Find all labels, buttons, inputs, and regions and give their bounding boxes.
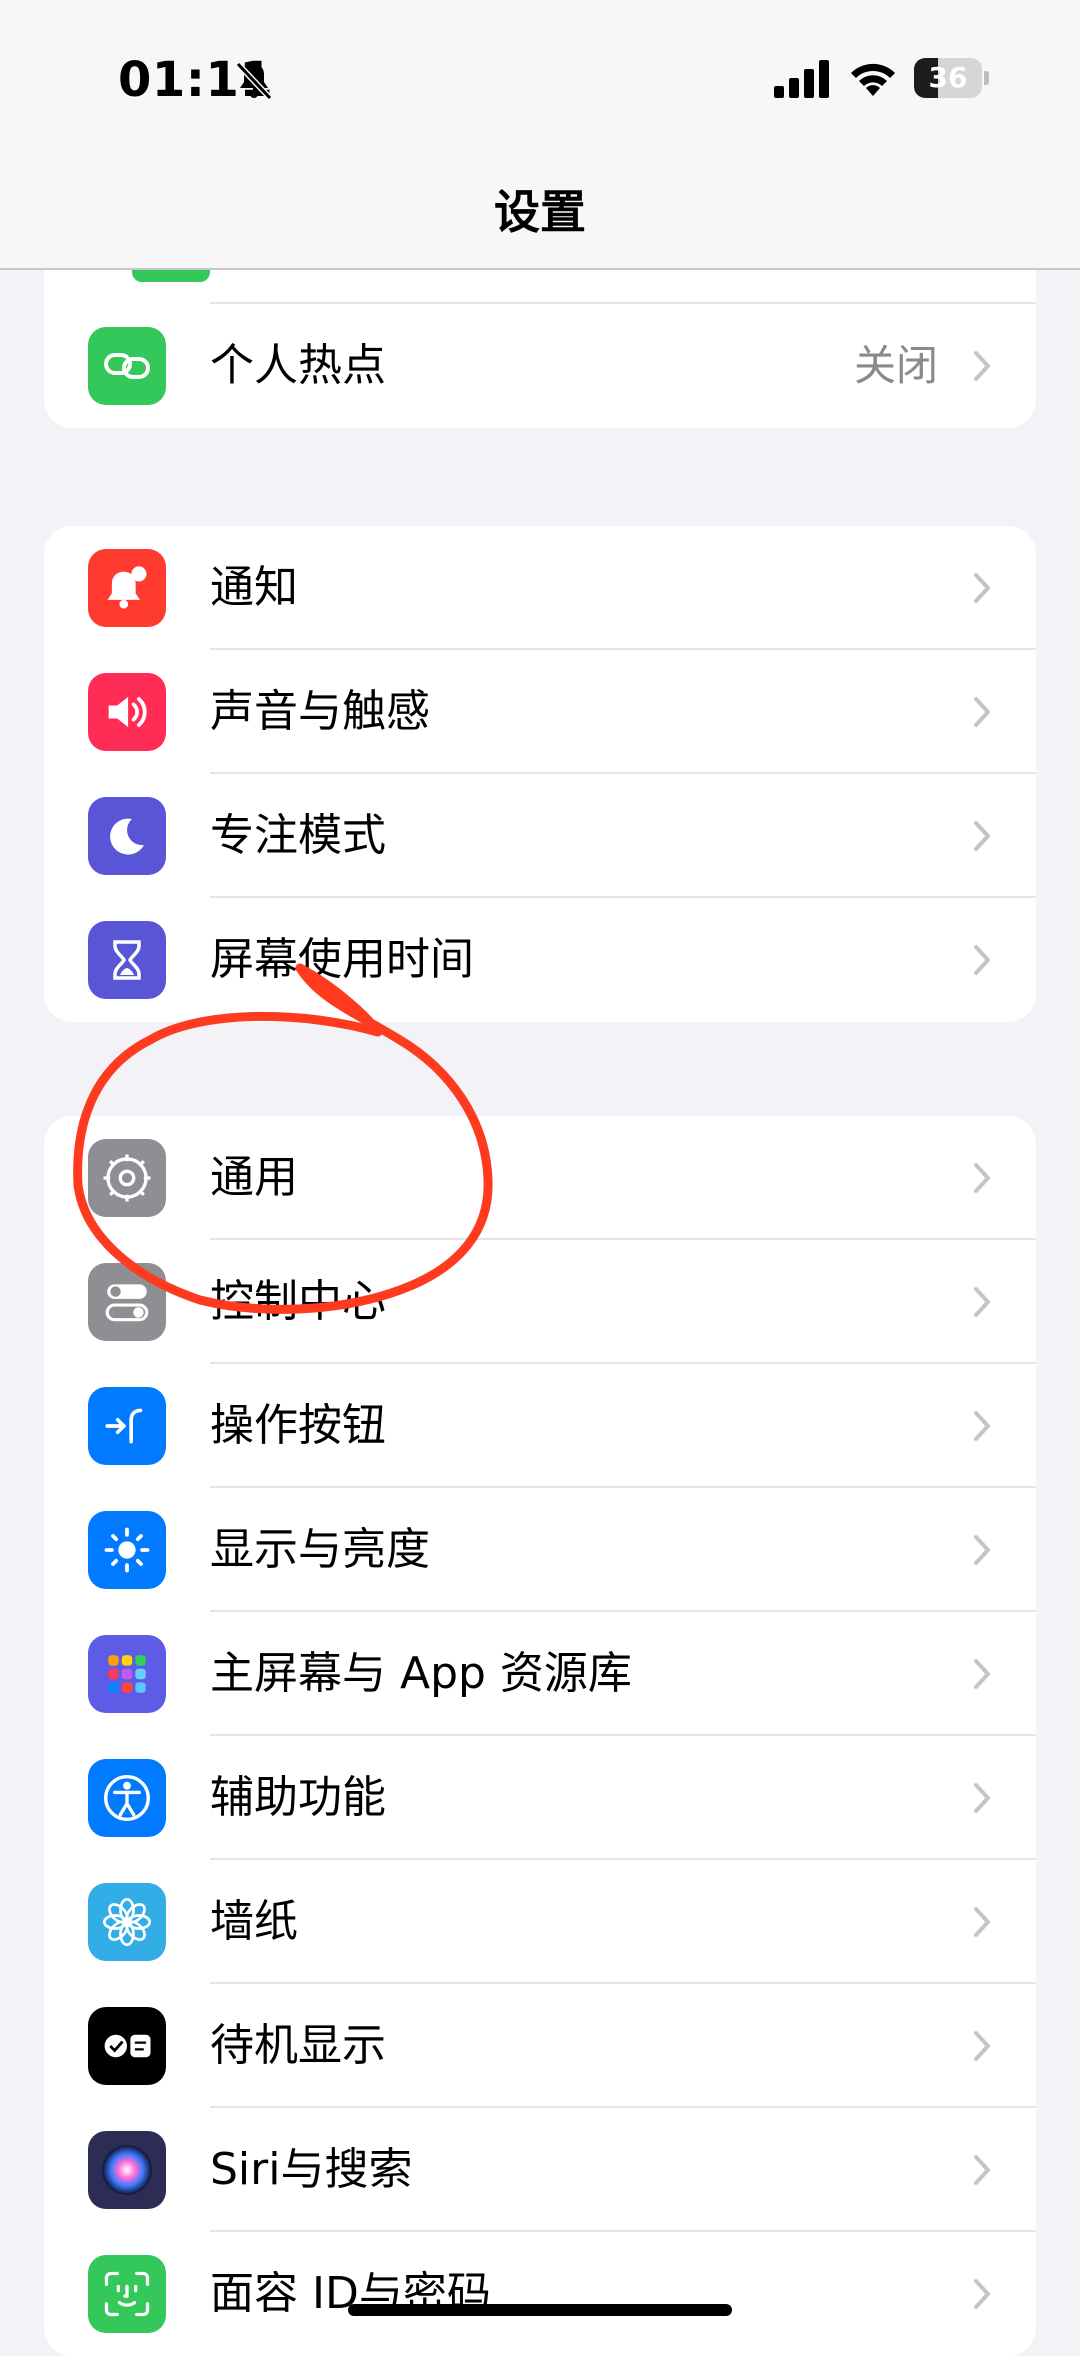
action-button-icon (88, 1387, 166, 1465)
chevron-right-icon (974, 1907, 990, 1937)
chevron-right-icon (974, 573, 990, 603)
bell-slash-icon (235, 61, 273, 101)
cellular-signal-icon (774, 60, 829, 98)
siri-icon (88, 2131, 166, 2209)
settings-row-accessibility[interactable]: 辅助功能 (44, 1736, 1036, 1860)
row-label: 声音与触感 (210, 686, 430, 737)
settings-row-moon[interactable]: 专注模式 (44, 774, 1036, 898)
hotspot-link-icon (88, 327, 166, 405)
settings-row-faceid[interactable]: 面容 ID与密码 (44, 2232, 1036, 2356)
row-label: 控制中心 (210, 1276, 386, 1327)
settings-row-toggles[interactable]: 控制中心 (44, 1240, 1036, 1364)
home-indicator[interactable] (348, 2304, 732, 2316)
settings-row-hotspot-link[interactable]: 个人热点 关闭 (44, 304, 1036, 428)
wifi-icon (851, 63, 895, 96)
row-label: 辅助功能 (210, 1772, 386, 1823)
chevron-right-icon (974, 2155, 990, 2185)
top-bar: 01:11 36 设置 (0, 0, 1080, 270)
row-label: 主屏幕与 App 资源库 (210, 1648, 632, 1699)
hourglass-icon (88, 921, 166, 999)
settings-row-hourglass[interactable]: 屏幕使用时间 (44, 898, 1036, 1022)
battery-percent: 36 (928, 61, 968, 94)
settings-row-standby[interactable]: 待机显示 (44, 1984, 1036, 2108)
chevron-right-icon (974, 1659, 990, 1689)
gear-icon (88, 1139, 166, 1217)
chevron-right-icon (974, 1535, 990, 1565)
chevron-right-icon (974, 1783, 990, 1813)
settings-row-siri[interactable]: Siri与搜索 (44, 2108, 1036, 2232)
app-grid-icon (88, 1635, 166, 1713)
row-label: 显示与亮度 (210, 1524, 430, 1575)
chevron-right-icon (974, 351, 990, 381)
partial-icon (132, 270, 210, 282)
settings-row-flower[interactable]: 墙纸 (44, 1860, 1036, 1984)
settings-row-sun[interactable]: 显示与亮度 (44, 1488, 1036, 1612)
row-label: 面容 ID与密码 (210, 2268, 491, 2319)
settings-row-app-grid[interactable]: 主屏幕与 App 资源库 (44, 1612, 1036, 1736)
row-label: 通知 (210, 562, 298, 613)
chevron-right-icon (974, 945, 990, 975)
settings-row-action-button[interactable]: 操作按钮 (44, 1364, 1036, 1488)
chevron-right-icon (974, 1287, 990, 1317)
chevron-right-icon (974, 1163, 990, 1193)
chevron-right-icon (974, 2031, 990, 2061)
row-label: 屏幕使用时间 (210, 934, 474, 985)
settings-group-general: 通用控制中心操作按钮显示与亮度主屏幕与 App 资源库 辅助功能墙纸待机显示 Sir… (44, 1116, 1036, 2356)
settings-row-bell-badge[interactable]: 通知 (44, 526, 1036, 650)
flower-icon (88, 1883, 166, 1961)
moon-icon (88, 797, 166, 875)
row-label: 待机显示 (210, 2020, 386, 2071)
row-label: 操作按钮 (210, 1400, 386, 1451)
chevron-right-icon (974, 697, 990, 727)
row-label: 个人热点 (210, 340, 386, 391)
page-title: 设置 (494, 185, 586, 239)
faceid-icon (88, 2255, 166, 2333)
chevron-right-icon (974, 2279, 990, 2309)
sun-icon (88, 1511, 166, 1589)
row-label: Siri与搜索 (210, 2144, 413, 2195)
row-label: 通用 (210, 1152, 298, 1203)
bell-badge-icon (88, 549, 166, 627)
row-label: 墙纸 (210, 1896, 298, 1947)
standby-icon (88, 2007, 166, 2085)
settings-row-speaker[interactable]: 声音与触感 (44, 650, 1036, 774)
settings-group-notifications: 通知声音与触感专注模式屏幕使用时间 (44, 526, 1036, 1022)
chevron-right-icon (974, 1411, 990, 1441)
row-label: 专注模式 (210, 810, 386, 861)
speaker-icon (88, 673, 166, 751)
toggles-icon (88, 1263, 166, 1341)
battery-indicator: 36 (914, 58, 990, 98)
row-value: 关闭 (853, 341, 938, 390)
accessibility-icon (88, 1759, 166, 1837)
chevron-right-icon (974, 821, 990, 851)
settings-row-gear[interactable]: 通用 (44, 1116, 1036, 1240)
